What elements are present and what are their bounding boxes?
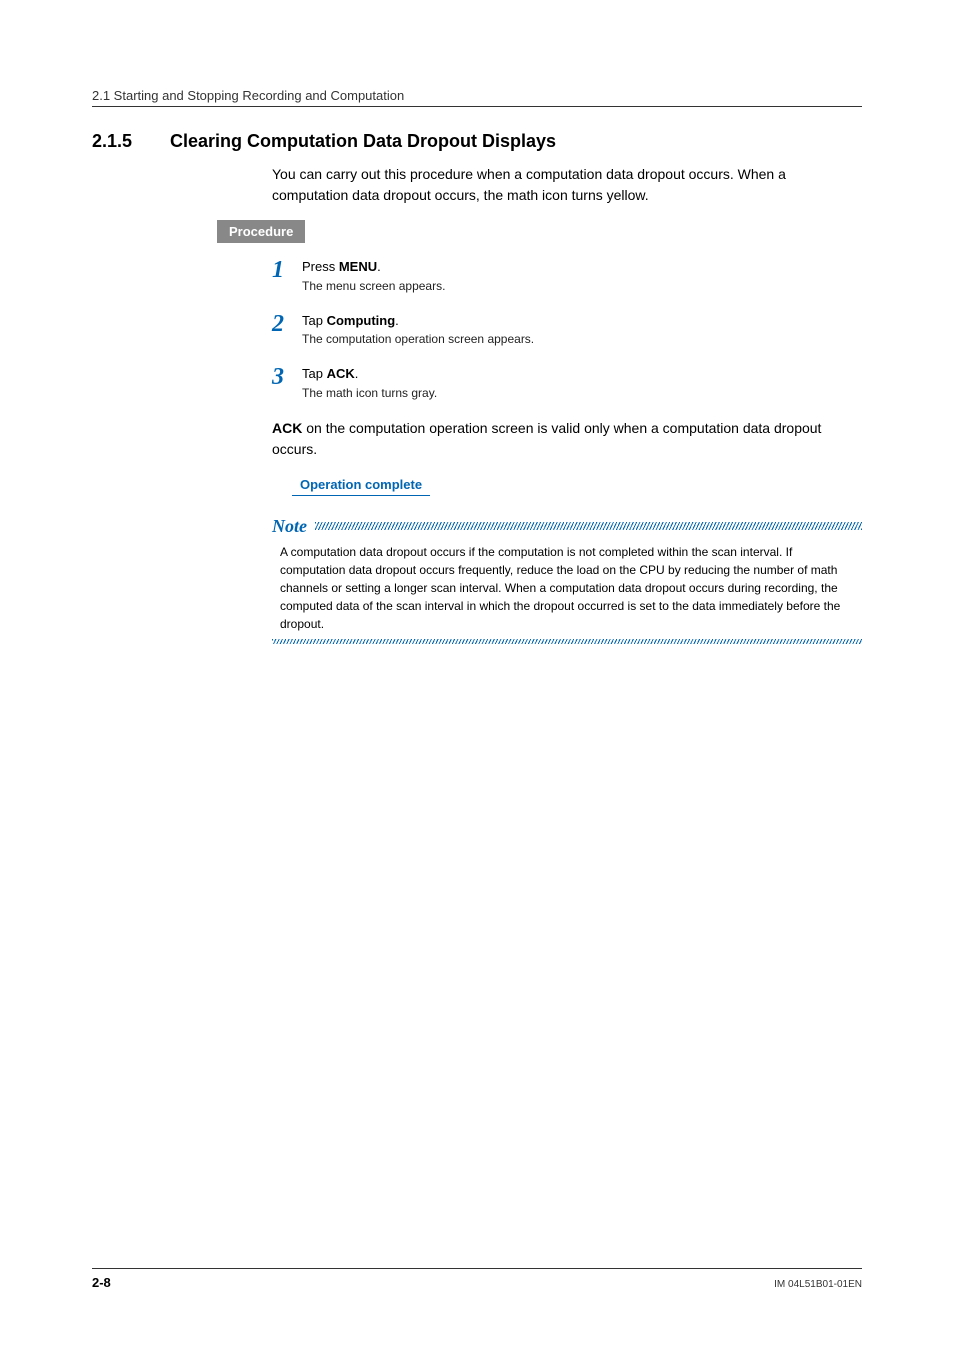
procedure-step: 1 Press MENU. The menu screen appears. xyxy=(272,257,862,295)
step-action: Tap ACK. xyxy=(302,364,437,384)
note-body: A computation data dropout occurs if the… xyxy=(272,543,862,639)
operation-complete-label: Operation complete xyxy=(292,477,430,496)
step-result: The computation operation screen appears… xyxy=(302,330,534,348)
section-breadcrumb: 2.1 Starting and Stopping Recording and … xyxy=(92,88,862,107)
step-action: Press MENU. xyxy=(302,257,445,277)
step-result: The math icon turns gray. xyxy=(302,384,437,402)
note-hatch-top xyxy=(315,522,862,530)
page-footer: 2-8 IM 04L51B01-01EN xyxy=(92,1268,862,1290)
step-number: 2 xyxy=(272,311,302,349)
section-number: 2.1.5 xyxy=(92,131,170,152)
step-result: The menu screen appears. xyxy=(302,277,445,295)
procedure-label: Procedure xyxy=(217,220,305,243)
procedure-step: 2 Tap Computing. The computation operati… xyxy=(272,311,862,349)
procedure-step: 3 Tap ACK. The math icon turns gray. xyxy=(272,364,862,402)
step-number: 3 xyxy=(272,364,302,402)
section-intro: You can carry out this procedure when a … xyxy=(272,164,862,206)
document-id: IM 04L51B01-01EN xyxy=(774,1279,862,1290)
step-action: Tap Computing. xyxy=(302,311,534,331)
step-number: 1 xyxy=(272,257,302,295)
ack-paragraph: ACK on the computation operation screen … xyxy=(272,418,862,460)
note-label: Note xyxy=(272,516,307,537)
section-title: Clearing Computation Data Dropout Displa… xyxy=(170,131,556,152)
page-number: 2-8 xyxy=(92,1275,111,1290)
note-hatch-bottom xyxy=(272,639,862,644)
